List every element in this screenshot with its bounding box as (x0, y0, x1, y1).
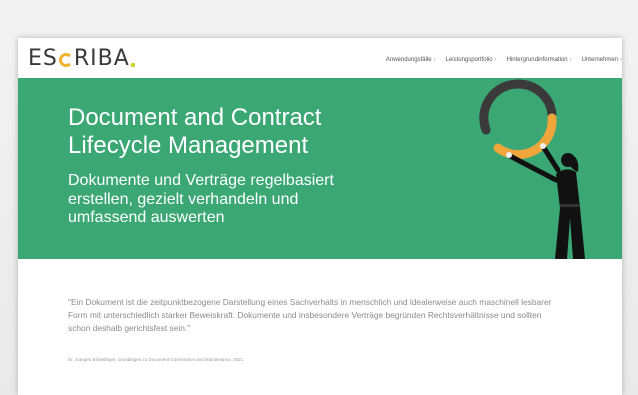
browser-frame: ES RIBA Anwendungsfälle › Leistungsportfo… (0, 0, 638, 395)
chevron-right-icon: › (433, 57, 436, 63)
chevron-right-icon: › (569, 57, 572, 63)
nav-label: Anwendungsfälle (385, 57, 432, 63)
nav-label: Hintergrundinformation (506, 57, 568, 63)
main-navigation: Anwendungsfälle › Leistungsportfolio › Hin… (386, 57, 622, 63)
logo-ring-icon (58, 53, 73, 67)
nav-item-anwendungsfaelle[interactable]: Anwendungsfälle › (386, 57, 436, 63)
logo-text-start: ES (28, 46, 58, 71)
nav-item-unternehmen[interactable]: Unternehmen › (582, 57, 622, 63)
web-page: ES RIBA Anwendungsfälle › Leistungsportfo… (18, 38, 622, 395)
hero-subtitle: Dokumente und Verträge regelbasiert erst… (68, 172, 334, 226)
hero-banner: Document and Contract Lifecycle Manageme… (18, 78, 622, 259)
nav-label: Unternehmen (581, 57, 618, 63)
escriba-logo[interactable]: ES RIBA (28, 46, 135, 71)
nav-item-leistungsportfolio[interactable]: Leistungsportfolio › (446, 57, 497, 63)
logo-dot-icon (130, 63, 135, 67)
chevron-right-icon: › (494, 57, 497, 63)
chevron-right-icon: › (620, 57, 622, 63)
quote-section: "Ein Dokument ist die zeitpunktbezogene … (18, 259, 622, 395)
site-header: ES RIBA Anwendungsfälle › Leistungsportfo… (18, 38, 622, 78)
quote-text: "Ein Dokument ist die zeitpunktbezogene … (68, 297, 552, 333)
nav-item-hintergrundinformation[interactable]: Hintergrundinformation › (507, 57, 572, 63)
nav-label: Leistungsportfolio (445, 57, 493, 63)
hero-title: Document and Contract Lifecycle Manageme… (68, 104, 322, 159)
logo-text-end: RIBA (73, 46, 130, 71)
woman-holding-ring-illustration (479, 79, 585, 259)
quote-citation: Dr. Juergen Erbeldinger, Grundlagen zu D… (68, 357, 244, 362)
